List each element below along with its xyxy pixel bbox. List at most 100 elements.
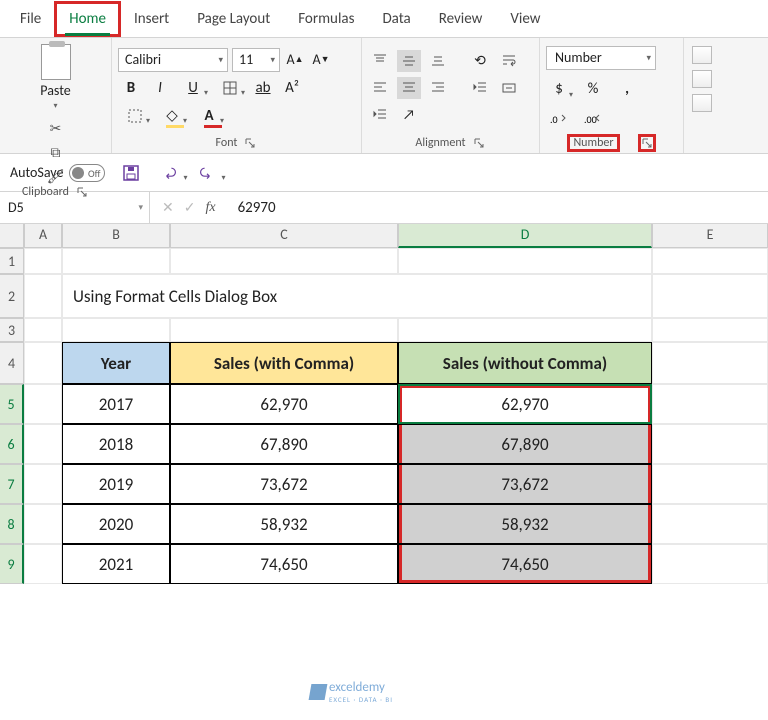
worksheet-grid[interactable]: A B C D E 1 2 Using Format Cells Dialog …: [0, 224, 768, 584]
cancel-formula-button[interactable]: ✕: [162, 199, 174, 216]
undo-button[interactable]: [157, 161, 181, 185]
cell-A2[interactable]: [24, 274, 62, 318]
cell-C9[interactable]: 74,650: [170, 544, 398, 584]
cell-D1[interactable]: [398, 248, 652, 274]
increase-indent-button[interactable]: [368, 104, 392, 126]
row-header-5[interactable]: 5: [0, 384, 24, 424]
align-right-button[interactable]: [426, 77, 450, 99]
rotate-text-button[interactable]: ↗: [397, 104, 421, 126]
tab-file[interactable]: File: [6, 2, 55, 36]
tab-review[interactable]: Review: [425, 2, 497, 36]
select-all-corner[interactable]: [0, 224, 24, 248]
cell-E5[interactable]: [652, 384, 768, 424]
percent-format-button[interactable]: %: [580, 78, 606, 100]
row-header-7[interactable]: 7: [0, 464, 24, 504]
decrease-decimal-button[interactable]: .00: [580, 108, 606, 130]
align-bottom-button[interactable]: [426, 50, 450, 72]
cell-B3[interactable]: [62, 318, 170, 342]
comma-format-button[interactable]: ,: [614, 78, 640, 100]
cell-A9[interactable]: [24, 544, 62, 584]
cell-A6[interactable]: [24, 424, 62, 464]
tab-page-layout[interactable]: Page Layout: [183, 2, 284, 36]
cell-D3[interactable]: [398, 318, 652, 342]
grow-font-button[interactable]: A▲: [284, 48, 306, 72]
tab-data[interactable]: Data: [368, 2, 424, 36]
align-top-button[interactable]: [368, 50, 392, 72]
cell-E9[interactable]: [652, 544, 768, 584]
font-name-combo[interactable]: Calibri▾: [118, 48, 228, 72]
cell-A4[interactable]: [24, 342, 62, 384]
superscript-button[interactable]: A²: [279, 76, 305, 100]
row-header-9[interactable]: 9: [0, 544, 24, 584]
font-launcher[interactable]: [243, 136, 257, 150]
cut-button[interactable]: ✂: [46, 119, 66, 137]
cell-E1[interactable]: [652, 248, 768, 274]
toggle-switch[interactable]: Off: [69, 164, 105, 182]
row-header-1[interactable]: 1: [0, 248, 24, 274]
title-cell[interactable]: Using Format Cells Dialog Box: [62, 274, 652, 318]
header-without-comma[interactable]: Sales (without Comma): [398, 342, 652, 384]
shrink-font-button[interactable]: A▼: [310, 48, 332, 72]
tab-home[interactable]: Home: [55, 2, 120, 36]
underline-button[interactable]: U: [176, 76, 210, 100]
font-size-combo[interactable]: 11▾: [232, 48, 280, 72]
number-format-combo[interactable]: Number▾: [546, 46, 656, 70]
cell-B7[interactable]: 2019: [62, 464, 170, 504]
cell-B9[interactable]: 2021: [62, 544, 170, 584]
cell-E6[interactable]: [652, 424, 768, 464]
align-middle-button[interactable]: [397, 50, 421, 72]
cell-E7[interactable]: [652, 464, 768, 504]
row-header-3[interactable]: 3: [0, 318, 24, 342]
cell-A7[interactable]: [24, 464, 62, 504]
alignment-launcher[interactable]: [472, 136, 486, 150]
cell-B8[interactable]: 2020: [62, 504, 170, 544]
cell-A1[interactable]: [24, 248, 62, 274]
cell-D7[interactable]: 73,672: [398, 464, 652, 504]
tab-insert[interactable]: Insert: [120, 2, 183, 36]
borders-button[interactable]: [213, 76, 247, 100]
col-header-E[interactable]: E: [652, 224, 768, 248]
redo-button[interactable]: [195, 161, 219, 185]
row-header-4[interactable]: 4: [0, 342, 24, 384]
name-box[interactable]: D5: [0, 192, 150, 223]
align-center-button[interactable]: [397, 77, 421, 99]
save-button[interactable]: [119, 161, 143, 185]
accept-formula-button[interactable]: ✓: [184, 199, 196, 216]
col-header-C[interactable]: C: [170, 224, 398, 248]
cell-D6[interactable]: 67,890: [398, 424, 652, 464]
cell-E3[interactable]: [652, 318, 768, 342]
decrease-indent-button[interactable]: [468, 77, 492, 99]
cell-C6[interactable]: 67,890: [170, 424, 398, 464]
cell-B1[interactable]: [62, 248, 170, 274]
merge-center-button[interactable]: [497, 77, 521, 99]
col-header-A[interactable]: A: [24, 224, 62, 248]
font-color-button[interactable]: A: [192, 104, 226, 128]
cell-A5[interactable]: [24, 384, 62, 424]
bold-button[interactable]: B: [118, 76, 144, 100]
italic-button[interactable]: I: [147, 76, 173, 100]
accounting-format-button[interactable]: $: [546, 78, 572, 100]
wrap-text-button[interactable]: [497, 50, 521, 72]
tab-view[interactable]: View: [496, 2, 554, 36]
tab-formulas[interactable]: Formulas: [284, 2, 368, 36]
row-header-6[interactable]: 6: [0, 424, 24, 464]
copy-button[interactable]: ⧉: [46, 143, 66, 161]
paste-button[interactable]: Paste ▾: [36, 42, 74, 113]
cell-D9[interactable]: 74,650: [398, 544, 652, 584]
col-header-B[interactable]: B: [62, 224, 170, 248]
align-left-button[interactable]: [368, 77, 392, 99]
cell-A3[interactable]: [24, 318, 62, 342]
cell-E4[interactable]: [652, 342, 768, 384]
formula-input[interactable]: 62970: [228, 195, 768, 221]
number-launcher[interactable]: [640, 136, 654, 150]
cell-D8[interactable]: 58,932: [398, 504, 652, 544]
row-header-8[interactable]: 8: [0, 504, 24, 544]
conditional-formatting-button[interactable]: [692, 46, 712, 64]
cell-styles-button[interactable]: [692, 94, 712, 112]
cell-C5[interactable]: 62,970: [170, 384, 398, 424]
increase-decimal-button[interactable]: .0: [546, 108, 572, 130]
cell-C1[interactable]: [170, 248, 398, 274]
cell-C3[interactable]: [170, 318, 398, 342]
cell-C8[interactable]: 58,932: [170, 504, 398, 544]
format-painter-button[interactable]: 🖌: [46, 167, 66, 185]
